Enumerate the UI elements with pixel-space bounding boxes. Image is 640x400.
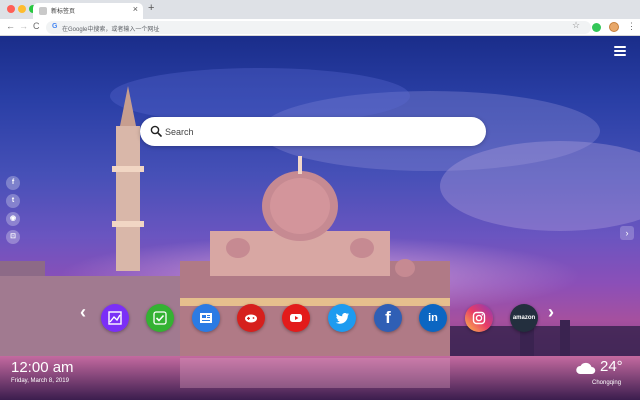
share-icon[interactable]: ⊡	[6, 230, 20, 244]
location-icon[interactable]: ◉	[6, 212, 20, 226]
back-button[interactable]: ←	[6, 21, 15, 31]
weather-temperature: 24°	[600, 358, 623, 375]
tasks-app[interactable]	[146, 304, 174, 332]
window-minimize-button[interactable]	[18, 5, 26, 13]
browser-titlebar: 新标签页 × +	[0, 0, 640, 19]
side-next-button[interactable]: ›	[620, 226, 634, 240]
browser-toolbar: ← → C G 在Google中搜索，或者输入一个网址 ☆ ⋮	[0, 19, 640, 36]
tab-close-icon[interactable]: ×	[133, 4, 138, 14]
forward-button[interactable]: →	[19, 21, 28, 31]
amazon-app[interactable]: amazon	[510, 304, 538, 332]
gamepad-icon	[245, 314, 257, 323]
linkedin-app[interactable]: in	[419, 304, 447, 332]
browser-menu-icon[interactable]: ⋮	[627, 21, 636, 32]
tab-new-tab[interactable]: 新标签页 ×	[33, 3, 143, 19]
twitter-icon[interactable]: t	[6, 194, 20, 208]
address-bar-placeholder: 在Google中搜索，或者输入一个网址	[62, 27, 160, 33]
weather-city: Chongqing	[592, 380, 622, 386]
tab-title: 新标签页	[51, 9, 76, 15]
window-close-button[interactable]	[7, 5, 15, 13]
image-icon	[108, 311, 122, 325]
menu-icon[interactable]	[614, 46, 626, 56]
twitter-bird-icon	[335, 312, 349, 324]
search-input[interactable]	[165, 117, 470, 146]
background-image	[0, 68, 640, 400]
reload-button[interactable]: C	[33, 21, 40, 31]
check-icon	[153, 311, 167, 325]
extension-icon[interactable]	[592, 23, 601, 32]
instagram-icon	[472, 311, 486, 325]
search-icon	[150, 125, 162, 137]
games-app[interactable]	[237, 304, 265, 332]
facebook-app[interactable]: f	[374, 304, 402, 332]
address-bar[interactable]: G 在Google中搜索，或者输入一个网址	[46, 21, 591, 34]
play-icon	[290, 314, 302, 322]
news-icon	[200, 313, 212, 323]
dock-next-button[interactable]: ›	[548, 302, 554, 323]
new-tab-button[interactable]: +	[148, 2, 154, 14]
twitter-app[interactable]	[328, 304, 356, 332]
search-bar[interactable]	[140, 117, 486, 146]
photos-app[interactable]	[101, 304, 129, 332]
bookmark-star-icon[interactable]: ☆	[572, 20, 580, 31]
clock-date: Friday, March 8, 2019	[11, 378, 69, 384]
youtube-app[interactable]	[282, 304, 310, 332]
dock-prev-button[interactable]: ‹	[80, 302, 86, 323]
cloud-icon	[576, 362, 596, 374]
facebook-icon[interactable]: f	[6, 176, 20, 190]
news-app[interactable]	[192, 304, 220, 332]
instagram-app[interactable]	[465, 304, 493, 332]
new-tab-page: f t ◉ ⊡ › ‹ ›	[0, 36, 640, 400]
google-icon: G	[52, 23, 58, 30]
clock-time: 12:00 am	[11, 359, 74, 376]
tab-favicon-icon	[39, 7, 47, 15]
profile-avatar[interactable]	[609, 22, 619, 32]
